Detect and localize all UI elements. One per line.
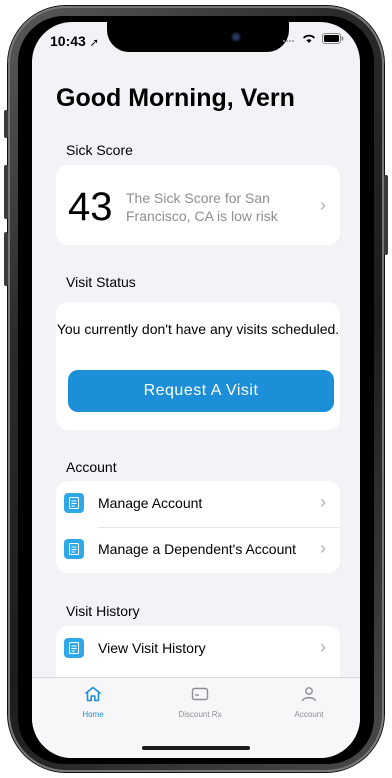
notch (107, 22, 289, 52)
document-icon (64, 539, 84, 559)
tab-discount-rx[interactable]: Discount Rx (160, 686, 240, 719)
tab-discount-rx-label: Discount Rx (178, 710, 222, 719)
visit-status-message: You currently don't have any visits sche… (56, 321, 340, 337)
document-icon (64, 493, 84, 513)
volume-up-button (4, 165, 8, 219)
signal-icon (283, 39, 294, 42)
tab-bar: Home Discount Rx Account (32, 677, 360, 758)
person-icon (301, 687, 317, 702)
tab-account-label: Account (294, 710, 324, 719)
volume-down-button (4, 232, 8, 286)
account-label: Account (66, 459, 117, 475)
status-indicators (282, 33, 344, 44)
chevron-right-icon: › (320, 492, 326, 512)
camera-icon (231, 32, 241, 42)
chevron-right-icon: › (320, 637, 326, 657)
manage-account-label: Manage Account (98, 495, 203, 511)
greeting-title: Good Morning, Vern (56, 84, 295, 112)
manage-dependent-row[interactable]: Manage a Dependent's Account › (56, 527, 340, 573)
chevron-right-icon: › (320, 195, 326, 215)
location-arrow-icon: ➚ (89, 37, 99, 49)
account-card: Manage Account › Manage a Dependent's Ac… (56, 481, 340, 573)
status-time-text: 10:43 (50, 33, 86, 49)
mute-switch (4, 110, 8, 138)
visit-status-card: You currently don't have any visits sche… (56, 302, 340, 430)
manage-account-row[interactable]: Manage Account › (56, 481, 340, 527)
document-icon (64, 638, 84, 658)
status-time: 10:43 ➚ (50, 33, 99, 49)
battery-icon (322, 33, 344, 44)
request-visit-button[interactable]: Request A Visit (68, 370, 334, 412)
sick-score-value: 43 (68, 185, 113, 229)
home-indicator (142, 746, 250, 750)
wifi-icon (303, 34, 315, 43)
visit-status-label: Visit Status (66, 274, 136, 290)
card-icon (191, 687, 209, 701)
view-visit-history-row[interactable]: View Visit History › (56, 626, 340, 672)
screen: 10:43 ➚ Good Morning, Vern Sick Score 43… (32, 22, 360, 758)
chevron-right-icon: › (320, 538, 326, 558)
tab-account[interactable]: Account (269, 686, 349, 719)
power-button (384, 175, 388, 255)
visit-history-label: Visit History (66, 603, 140, 619)
manage-dependent-label: Manage a Dependent's Account (98, 541, 297, 557)
tab-home-label: Home (82, 710, 104, 719)
sick-score-description: The Sick Score for San Francisco, CA is … (126, 190, 278, 224)
tab-home[interactable]: Home (53, 686, 133, 719)
home-icon (85, 686, 101, 702)
sick-score-card[interactable]: 43 The Sick Score for San Francisco, CA … (56, 165, 340, 245)
view-visit-history-label: View Visit History (98, 640, 206, 656)
sick-score-label: Sick Score (66, 142, 133, 158)
